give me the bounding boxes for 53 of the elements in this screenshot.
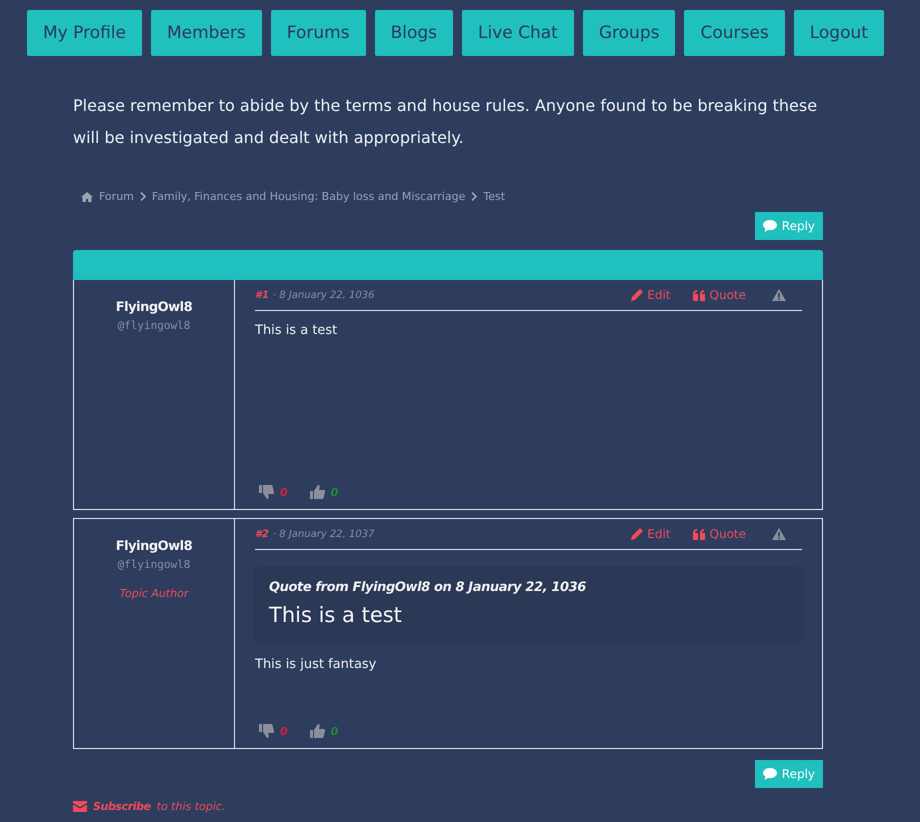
subscribe-link[interactable]: Subscribe	[93, 800, 151, 813]
downvote-count: 0	[280, 724, 288, 738]
breadcrumb-link[interactable]: Family, Finances and Housing: Baby loss and Miscarriage	[152, 190, 466, 203]
nav-button[interactable]: Forums	[270, 10, 366, 56]
nav-button[interactable]: Members	[151, 10, 262, 56]
post-number[interactable]: #2	[255, 528, 269, 540]
warning-icon[interactable]	[772, 528, 786, 540]
subscribe-text: to this topic.	[156, 800, 226, 813]
nav-button[interactable]: My Profile	[27, 10, 142, 56]
pencil-icon	[631, 528, 644, 540]
downvote-count: 0	[280, 486, 288, 498]
thumbs-up-icon[interactable]	[310, 724, 325, 738]
edit-link[interactable]: Edit	[631, 527, 671, 541]
author-handle: @flyingowl8	[118, 558, 190, 571]
quote-icon	[692, 528, 706, 540]
quote-heading: Quote from FlyingOwl8 on 8 January 22, 1036	[269, 580, 587, 595]
thumbs-up-icon[interactable]	[310, 485, 325, 499]
home-icon	[81, 192, 93, 202]
author-name: FlyingOwl8	[116, 300, 192, 315]
envelope-icon	[73, 801, 87, 812]
nav-button[interactable]: Logout	[794, 10, 884, 56]
reply-button[interactable]: Reply	[754, 212, 823, 240]
pencil-icon	[631, 289, 644, 301]
post-body: This is a test	[255, 323, 338, 338]
nav-button[interactable]: Courses	[684, 10, 785, 56]
chevron-icon	[140, 192, 146, 201]
chevron-icon	[471, 192, 478, 201]
nav-button[interactable]: Live Chat	[462, 10, 574, 56]
quote-text: This is a test	[269, 603, 403, 627]
author-handle: @flyingowl8	[118, 319, 190, 332]
thumbs-down-icon[interactable]	[259, 485, 274, 499]
upvote-count: 0	[330, 486, 338, 498]
comment-icon	[762, 220, 777, 232]
quote-link[interactable]: Quote	[692, 288, 746, 302]
comment-icon	[762, 768, 777, 780]
breadcrumb-link[interactable]: Forum	[99, 190, 134, 203]
post-number[interactable]: #1	[255, 290, 269, 300]
nav-button[interactable]: Groups	[582, 10, 676, 56]
upvote-count: 0	[330, 724, 338, 738]
post-body: This is just fantasy	[255, 657, 378, 672]
author-name: FlyingOwl8	[116, 539, 192, 554]
post-date: · 8 January 22, 1037	[272, 528, 374, 540]
edit-link[interactable]: Edit	[631, 288, 671, 302]
breadcrumb-link[interactable]: Test	[483, 190, 506, 203]
author-role: Topic Author	[120, 587, 188, 600]
quote-link[interactable]: Quote	[692, 527, 746, 541]
warning-icon[interactable]	[772, 289, 786, 301]
notice-text: Please remember to abide by the terms and house rules. Anyone found to be breaking these will be investigated and dealt with appropriately.	[73, 95, 818, 149]
reply-button[interactable]: Reply	[754, 760, 823, 788]
thumbs-down-icon[interactable]	[259, 724, 274, 738]
nav-button[interactable]: Blogs	[374, 10, 453, 56]
quote-icon	[692, 290, 706, 300]
post-date: · 8 January 22, 1036	[272, 290, 374, 300]
